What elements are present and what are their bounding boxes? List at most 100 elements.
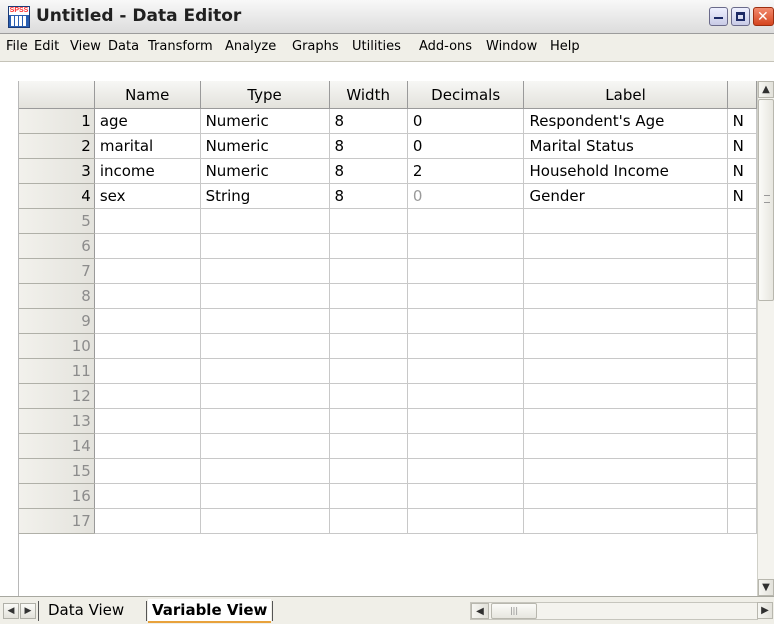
cell-label[interactable]: Household Income (523, 158, 728, 184)
vertical-scrollbar[interactable]: ▲ ▼ (757, 81, 774, 596)
empty-cell[interactable] (200, 333, 330, 359)
row-number[interactable]: 4 (19, 183, 95, 209)
cell-type[interactable]: Numeric (200, 158, 330, 184)
empty-cell[interactable] (523, 408, 728, 434)
empty-cell[interactable] (727, 433, 757, 459)
empty-cell[interactable] (329, 283, 408, 309)
cell-name[interactable]: sex (94, 183, 201, 209)
cell-values[interactable]: N (727, 108, 757, 134)
empty-cell[interactable] (94, 383, 201, 409)
cell-values[interactable]: N (727, 158, 757, 184)
empty-cell[interactable] (407, 283, 525, 309)
menu-transform[interactable]: Transform (148, 39, 213, 54)
empty-cell[interactable] (94, 308, 201, 334)
empty-cell[interactable] (329, 333, 408, 359)
menu-analyze[interactable]: Analyze (225, 39, 276, 54)
menu-add-ons[interactable]: Add-ons (419, 39, 472, 54)
cell-width[interactable]: 8 (329, 108, 408, 134)
empty-cell[interactable] (329, 408, 408, 434)
cell-decimals[interactable]: 2 (407, 158, 525, 184)
empty-cell[interactable] (200, 458, 330, 484)
tab-variable-view[interactable]: Variable View (148, 599, 272, 623)
tab-data-view[interactable]: Data View (44, 599, 128, 621)
empty-cell[interactable] (727, 383, 757, 409)
cell-name[interactable]: marital (94, 133, 201, 159)
empty-cell[interactable] (94, 458, 201, 484)
cell-values[interactable]: N (727, 183, 757, 209)
empty-cell[interactable] (94, 208, 201, 234)
empty-cell[interactable] (407, 358, 525, 384)
spss-app-icon[interactable]: SPSS (8, 6, 30, 28)
empty-cell[interactable] (407, 208, 525, 234)
row-number[interactable]: 3 (19, 158, 95, 184)
empty-cell[interactable] (727, 483, 757, 509)
empty-cell[interactable] (727, 233, 757, 259)
empty-cell[interactable] (329, 383, 408, 409)
empty-cell[interactable] (407, 258, 525, 284)
menu-data[interactable]: Data (108, 39, 139, 54)
empty-cell[interactable] (727, 408, 757, 434)
row-number[interactable]: 5 (19, 208, 95, 234)
row-number[interactable]: 6 (19, 233, 95, 259)
empty-cell[interactable] (200, 508, 330, 534)
empty-cell[interactable] (523, 483, 728, 509)
empty-cell[interactable] (523, 308, 728, 334)
empty-cell[interactable] (329, 233, 408, 259)
empty-cell[interactable] (407, 408, 525, 434)
column-header-decimals[interactable]: Decimals (407, 81, 525, 109)
empty-cell[interactable] (407, 308, 525, 334)
empty-cell[interactable] (329, 458, 408, 484)
column-header-type[interactable]: Type (200, 81, 330, 109)
empty-cell[interactable] (94, 433, 201, 459)
row-number[interactable]: 13 (19, 408, 95, 434)
empty-cell[interactable] (407, 458, 525, 484)
empty-cell[interactable] (329, 483, 408, 509)
row-number[interactable]: 1 (19, 108, 95, 134)
first-sheet-button[interactable]: ◀ (3, 603, 19, 619)
cell-width[interactable]: 8 (329, 183, 408, 209)
menu-edit[interactable]: Edit (34, 39, 59, 54)
close-button[interactable]: ✕ (753, 7, 774, 26)
column-header-width[interactable]: Width (329, 81, 408, 109)
scroll-down-button[interactable]: ▼ (758, 579, 774, 596)
empty-cell[interactable] (523, 358, 728, 384)
empty-cell[interactable] (94, 258, 201, 284)
row-number[interactable]: 12 (19, 383, 95, 409)
menu-help[interactable]: Help (550, 39, 580, 54)
empty-cell[interactable] (523, 283, 728, 309)
menu-graphs[interactable]: Graphs (292, 39, 339, 54)
empty-cell[interactable] (94, 408, 201, 434)
empty-cell[interactable] (523, 333, 728, 359)
empty-cell[interactable] (200, 433, 330, 459)
minimize-button[interactable] (709, 7, 728, 26)
empty-cell[interactable] (523, 258, 728, 284)
row-number[interactable]: 15 (19, 458, 95, 484)
cell-decimals[interactable]: 0 (407, 183, 525, 209)
empty-cell[interactable] (329, 308, 408, 334)
empty-cell[interactable] (407, 433, 525, 459)
cell-type[interactable]: String (200, 183, 330, 209)
empty-cell[interactable] (407, 508, 525, 534)
scroll-left-button[interactable]: ◀ (471, 603, 489, 619)
cell-label[interactable]: Respondent's Age (523, 108, 728, 134)
empty-cell[interactable] (727, 308, 757, 334)
cell-name[interactable]: age (94, 108, 201, 134)
column-header-name[interactable]: Name (94, 81, 201, 109)
row-number[interactable]: 16 (19, 483, 95, 509)
vertical-scroll-thumb[interactable] (758, 99, 774, 301)
cell-decimals[interactable]: 0 (407, 133, 525, 159)
empty-cell[interactable] (523, 458, 728, 484)
empty-cell[interactable] (727, 508, 757, 534)
empty-cell[interactable] (727, 458, 757, 484)
empty-cell[interactable] (329, 258, 408, 284)
empty-cell[interactable] (329, 508, 408, 534)
empty-cell[interactable] (727, 333, 757, 359)
empty-cell[interactable] (94, 483, 201, 509)
cell-label[interactable]: Marital Status (523, 133, 728, 159)
cell-label[interactable]: Gender (523, 183, 728, 209)
empty-cell[interactable] (523, 208, 728, 234)
empty-cell[interactable] (407, 333, 525, 359)
empty-cell[interactable] (200, 233, 330, 259)
empty-cell[interactable] (200, 258, 330, 284)
empty-cell[interactable] (727, 258, 757, 284)
